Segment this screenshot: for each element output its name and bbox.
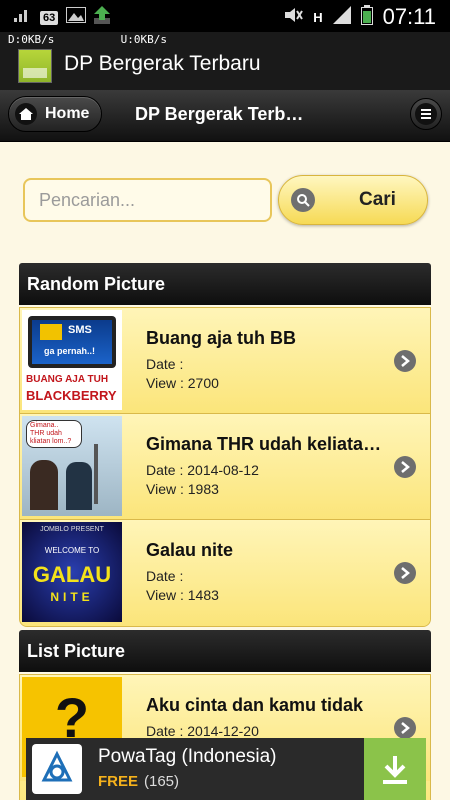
search-button[interactable]: Cari bbox=[278, 175, 428, 225]
chevron-right-icon bbox=[394, 350, 416, 372]
ad-rating-count: (165) bbox=[144, 773, 180, 790]
thumb-text: BLACKBERRY bbox=[26, 388, 117, 403]
thumb-text: kliatan lom..? bbox=[30, 438, 72, 445]
item-view-count: View : 2700 bbox=[146, 375, 219, 391]
download-button[interactable] bbox=[364, 738, 426, 800]
thumbnail-galau: JOMBLO PRESENT WELCOME TO GALAU NITE bbox=[22, 522, 122, 622]
item-title: Gimana THR udah keliatan lom..? bbox=[146, 434, 386, 454]
item-title: Aku cinta dan kamu tidak bbox=[146, 695, 364, 715]
item-date: Date : bbox=[146, 356, 184, 372]
thumb-text: NITE bbox=[50, 590, 94, 604]
signal-strength-icon bbox=[332, 5, 351, 29]
random-picture-list: SMS ga pernah..! BUANG AJA TUH BLACKBERR… bbox=[19, 307, 431, 627]
thumb-text: SMS bbox=[68, 324, 92, 336]
powatag-logo-icon bbox=[32, 744, 82, 794]
chevron-right-icon bbox=[394, 717, 416, 739]
thumb-text: JOMBLO PRESENT bbox=[40, 526, 104, 533]
thumb-text: BUANG AJA TUH bbox=[26, 374, 109, 385]
item-date: Date : 2014-08-12 bbox=[146, 462, 259, 478]
page-title: DP Bergerak Terbaru bbox=[135, 104, 310, 124]
random-picture-heading: Random Picture bbox=[19, 263, 431, 305]
envelope-icon bbox=[40, 324, 62, 340]
list-item[interactable]: JOMBLO PRESENT WELCOME TO GALAU NITE Gal… bbox=[20, 520, 430, 626]
list-item[interactable]: SMS ga pernah..! BUANG AJA TUH BLACKBERR… bbox=[20, 308, 430, 414]
chevron-right-icon bbox=[394, 562, 416, 584]
ad-title: PowaTag (Indonesia) bbox=[98, 746, 277, 767]
thumbnail-thr: Gimana.. THR udah kliatan lom..? bbox=[22, 416, 122, 516]
thumb-text: Gimana.. bbox=[30, 422, 59, 429]
mute-icon bbox=[283, 6, 304, 29]
thumbnail-blackberry: SMS ga pernah..! BUANG AJA TUH BLACKBERR… bbox=[22, 310, 122, 410]
item-title: Galau nite bbox=[146, 540, 234, 560]
search-button-label: Cari bbox=[359, 189, 396, 210]
status-left-icons: 63 bbox=[14, 6, 111, 29]
item-date: Date : 2014-12-20 bbox=[146, 723, 259, 739]
ad-price: FREE bbox=[98, 773, 139, 790]
battery-icon bbox=[360, 4, 373, 30]
upload-icon bbox=[94, 6, 111, 29]
home-button[interactable]: Home bbox=[8, 96, 102, 132]
download-icon bbox=[383, 756, 407, 784]
item-date: Date : bbox=[146, 568, 184, 584]
network-type-icon: H bbox=[313, 9, 323, 25]
item-view-count: View : 1483 bbox=[146, 587, 219, 603]
search-icon bbox=[291, 188, 315, 212]
home-icon bbox=[15, 103, 37, 125]
thumb-text: THR udah bbox=[30, 430, 62, 437]
thumb-text: GALAU bbox=[32, 562, 112, 587]
home-button-label: Home bbox=[45, 105, 90, 122]
status-bar: 63 H 07:11 bbox=[0, 0, 450, 32]
signal-icon bbox=[14, 8, 32, 27]
app-logo-icon[interactable] bbox=[18, 49, 52, 83]
chevron-right-icon bbox=[394, 456, 416, 478]
list-item[interactable]: Gimana.. THR udah kliatan lom..? Gimana … bbox=[20, 414, 430, 520]
clock: 07:11 bbox=[382, 4, 436, 29]
thumb-text: ga pernah..! bbox=[44, 346, 96, 356]
ad-banner[interactable]: PowaTag (Indonesia) FREE (165) bbox=[26, 738, 426, 800]
menu-button[interactable] bbox=[410, 98, 442, 130]
status-right-icons: H 07:11 bbox=[283, 4, 436, 30]
search-input[interactable] bbox=[23, 178, 272, 222]
list-picture-heading: List Picture bbox=[19, 630, 431, 672]
net-speed-overlay: D:0KB/s U:0KB/s bbox=[8, 33, 167, 46]
notification-count-badge: 63 bbox=[40, 10, 59, 25]
gallery-icon bbox=[66, 7, 87, 28]
thumb-text: WELCOME TO bbox=[44, 546, 100, 555]
app-title: DP Bergerak Terbaru bbox=[64, 52, 261, 75]
menu-icon bbox=[415, 103, 437, 125]
page-header: Home DP Bergerak Terbaru bbox=[0, 90, 450, 142]
item-view-count: View : 1983 bbox=[146, 481, 219, 497]
item-title: Buang aja tuh BB bbox=[146, 328, 297, 348]
